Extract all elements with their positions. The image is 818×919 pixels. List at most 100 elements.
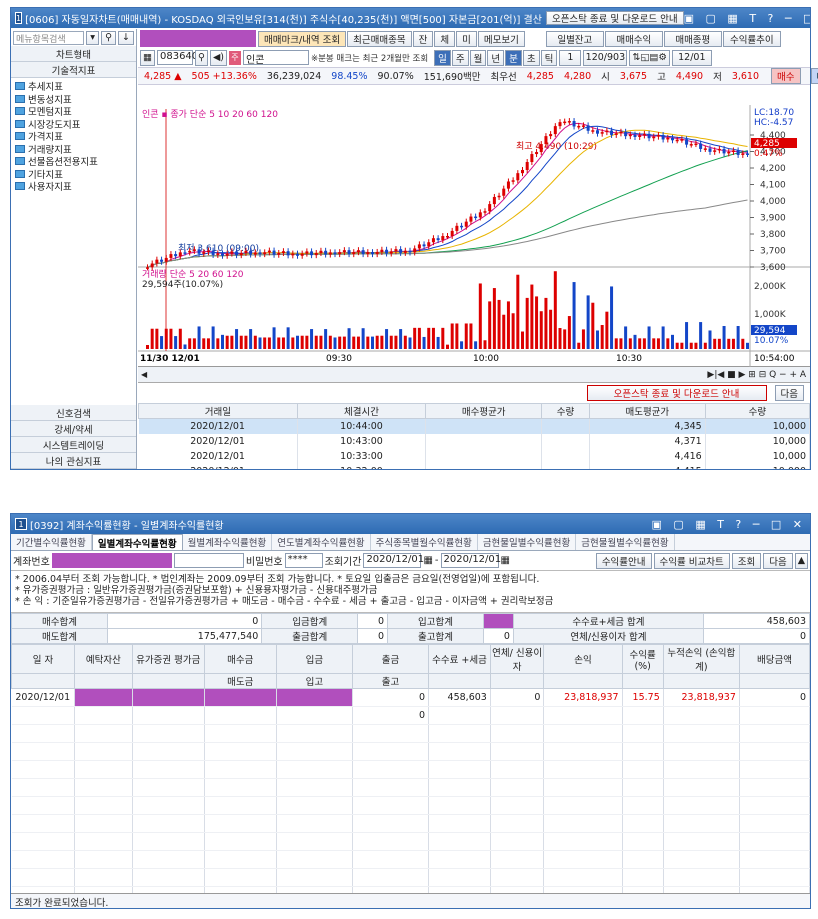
toolbar-button[interactable]: 일별잔고 (545, 30, 604, 47)
window-controls-2[interactable]: ▣ ▢ ▦ T ? ─ □ ✕ (652, 518, 806, 531)
column-header[interactable]: 체결시간 (296, 403, 427, 419)
tree-item[interactable]: 가격지표 (15, 130, 132, 143)
column-header[interactable]: 매수평균가 (425, 403, 543, 419)
grid-header[interactable]: 연체/ 신용이자 (489, 644, 545, 674)
period-button[interactable]: 주 (451, 49, 469, 66)
buy-button[interactable]: 매수 (771, 68, 801, 84)
grid-row[interactable]: 2020/12/01 0 458,603 0 23,818,937 15.75 23,818… (11, 688, 811, 707)
period-button[interactable]: 분 (505, 49, 522, 66)
table-row[interactable]: 2020/12/01 10:43:00 4,371 10,000 (138, 433, 810, 449)
query-button[interactable]: 조회 (731, 552, 762, 569)
table-row[interactable]: 2020/12/0110:32:00 4,41510,000 (138, 463, 810, 469)
period-button[interactable]: 초 (522, 49, 540, 66)
grid-header[interactable]: 예탁자산 (74, 644, 133, 674)
account-tab[interactable]: 연도별계좌수익률현황 (272, 534, 371, 550)
interval-select[interactable]: 1 (559, 49, 582, 66)
toolbar-button[interactable]: 수익률추이 (722, 30, 781, 47)
account-tab[interactable]: 주식종목별월수익률현황 (371, 534, 478, 550)
grid-header[interactable]: 일 자 (10, 644, 76, 674)
scroll-left-icon[interactable]: ◀ (138, 370, 150, 379)
account-tab[interactable]: 월별계좌수익률현황 (183, 534, 273, 550)
date-field[interactable]: 12/01 (671, 49, 712, 66)
grid-header[interactable]: 입금 (275, 644, 353, 674)
down-arrow-icon[interactable]: ↓ (118, 30, 134, 45)
chart-svg[interactable]: 인콘 ▪ 종가 단순 5 10 20 60 120 최고 4,490 (10:2… (138, 105, 810, 367)
toolbar-button[interactable]: 매매마크/내역 조회 (258, 30, 347, 47)
chart-nav-icons[interactable]: ▶|◀ ■ ▶ ⊞ ⊟ Q − + A (707, 370, 810, 380)
account-tab[interactable]: 금현물월별수익률현황 (576, 534, 675, 550)
toolbar-button[interactable]: 체 (434, 30, 456, 47)
sell-button[interactable]: 매도 (810, 68, 818, 84)
next-button[interactable]: 다음 (774, 385, 804, 401)
period-button[interactable]: 월 (469, 49, 487, 66)
tree-item[interactable]: 변동성지표 (15, 93, 132, 106)
query-button[interactable]: 다음 (763, 552, 793, 569)
tab-chart-form[interactable]: 차트형태 (11, 46, 136, 62)
grid-header[interactable]: 매수금 (203, 644, 277, 674)
toolbar-button[interactable]: 미 (456, 30, 477, 47)
period-button[interactable]: 일 (434, 49, 451, 66)
sidebar-bottom-tab[interactable]: 강세/약세 (11, 421, 136, 437)
grid-row[interactable]: 0 (11, 706, 811, 725)
toolbar-button[interactable]: 최근매매종목 (347, 30, 412, 47)
up-arrow-icon[interactable]: ▲ (794, 552, 808, 569)
period-button[interactable]: 틱 (540, 49, 558, 66)
table-row[interactable]: 2020/12/01 10:44:00 4,345 10,000 (138, 418, 810, 434)
menu-search-input[interactable]: 메뉴항목검색 (13, 30, 85, 45)
dropdown-icon[interactable]: ▾ (86, 30, 100, 45)
calendar-icon-2[interactable]: ▦ (501, 555, 510, 566)
period-button[interactable]: 년 (487, 49, 505, 66)
column-header[interactable]: 매도평균가 (588, 403, 706, 419)
query-button[interactable]: 수익률안내 (595, 552, 652, 569)
grid-header[interactable]: 배당금액 (738, 644, 811, 674)
pw-input[interactable]: **** (284, 553, 323, 568)
calendar-icon[interactable]: ▦ (423, 555, 432, 566)
code-input[interactable]: 083640 (156, 50, 198, 65)
speaker-icon[interactable]: ◀) (209, 49, 227, 66)
chart-icon[interactable]: ▦ (140, 49, 155, 66)
account-tab[interactable]: 일별계좌수익률현황 (91, 534, 183, 550)
tab-tech-indicator[interactable]: 기술적지표 (11, 62, 136, 78)
toolbar-button[interactable]: 매매수익 (604, 30, 663, 47)
grid-header[interactable]: 수수료 +세금 (428, 644, 491, 674)
sidebar-bottom-tab[interactable]: 나의 관심지표 (11, 453, 136, 469)
column-header[interactable]: 수량 (541, 403, 590, 419)
account-tab[interactable]: 기간별수익률현황 (11, 534, 92, 550)
date-to[interactable]: 2020/12/01 (440, 553, 501, 568)
sidebar-bottom-tab[interactable]: 시스템트레이딩 (11, 437, 136, 453)
grid-header[interactable]: 손익 (543, 644, 623, 674)
column-header[interactable]: 거래일 (138, 403, 298, 419)
table-notice-button[interactable]: 오픈스탁 종료 및 다운로드 안내 (586, 385, 767, 401)
tree-item[interactable]: 선물옵션전용지표 (15, 155, 132, 168)
tree-item[interactable]: 시장강도지표 (15, 118, 132, 131)
table-row[interactable]: 2020/12/01 10:33:00 4,416 10,000 (138, 448, 810, 464)
grid-header[interactable]: 유가증권 평가금 (131, 644, 205, 674)
grid-header[interactable]: 누적손익 (손익합계) (662, 644, 740, 674)
toolbar-button[interactable]: 매매종평 (663, 30, 722, 47)
window-controls[interactable]: ▣ ▢ ▦ T ? ─ □ ✕ (684, 12, 810, 25)
acct-field[interactable] (173, 553, 244, 568)
stock-name[interactable]: 인콘 (242, 50, 309, 66)
tree-item[interactable]: 추세지표 (15, 80, 132, 93)
column-header[interactable]: 수량 (704, 403, 810, 419)
notice-button[interactable]: 오픈스탁 종료 및 다운로드 안내 (545, 11, 684, 25)
account-tab[interactable]: 금현물일별수익률현황 (478, 534, 577, 550)
tree-item[interactable]: 모멘텀지표 (15, 105, 132, 118)
tree-item[interactable]: 거래량지표 (15, 143, 132, 156)
toolbar-button[interactable]: 메모보기 (477, 30, 525, 47)
tree-item[interactable]: 사용자지표 (15, 180, 132, 193)
chart-scrollbar[interactable]: ◀ ▶|◀ ■ ▶ ⊞ ⊟ Q − + A (138, 367, 810, 383)
grid-header[interactable]: 출금 (351, 644, 430, 674)
price-chart[interactable]: 인콘 ▪ 종가 단순 5 10 20 60 120 최고 4,490 (10:2… (138, 105, 810, 367)
code-search-icon[interactable]: ⚲ (194, 49, 208, 66)
count-field[interactable]: 120/903 (583, 49, 628, 66)
tree-item[interactable]: 기타지표 (15, 168, 132, 181)
query-button[interactable]: 수익률 비교차트 (653, 552, 730, 569)
toolbar-button[interactable]: 잔 (412, 30, 434, 47)
tool-icons[interactable]: ⇅◱▤⚙ (629, 49, 670, 66)
date-from[interactable]: 2020/12/01 (363, 553, 424, 568)
grid-header[interactable]: 수익률 (%) (621, 644, 664, 674)
sidebar-bottom-tab[interactable]: 신호검색 (11, 405, 136, 421)
grid-cell: 15.75 (622, 688, 664, 707)
search-icon[interactable]: ⚲ (101, 30, 117, 45)
